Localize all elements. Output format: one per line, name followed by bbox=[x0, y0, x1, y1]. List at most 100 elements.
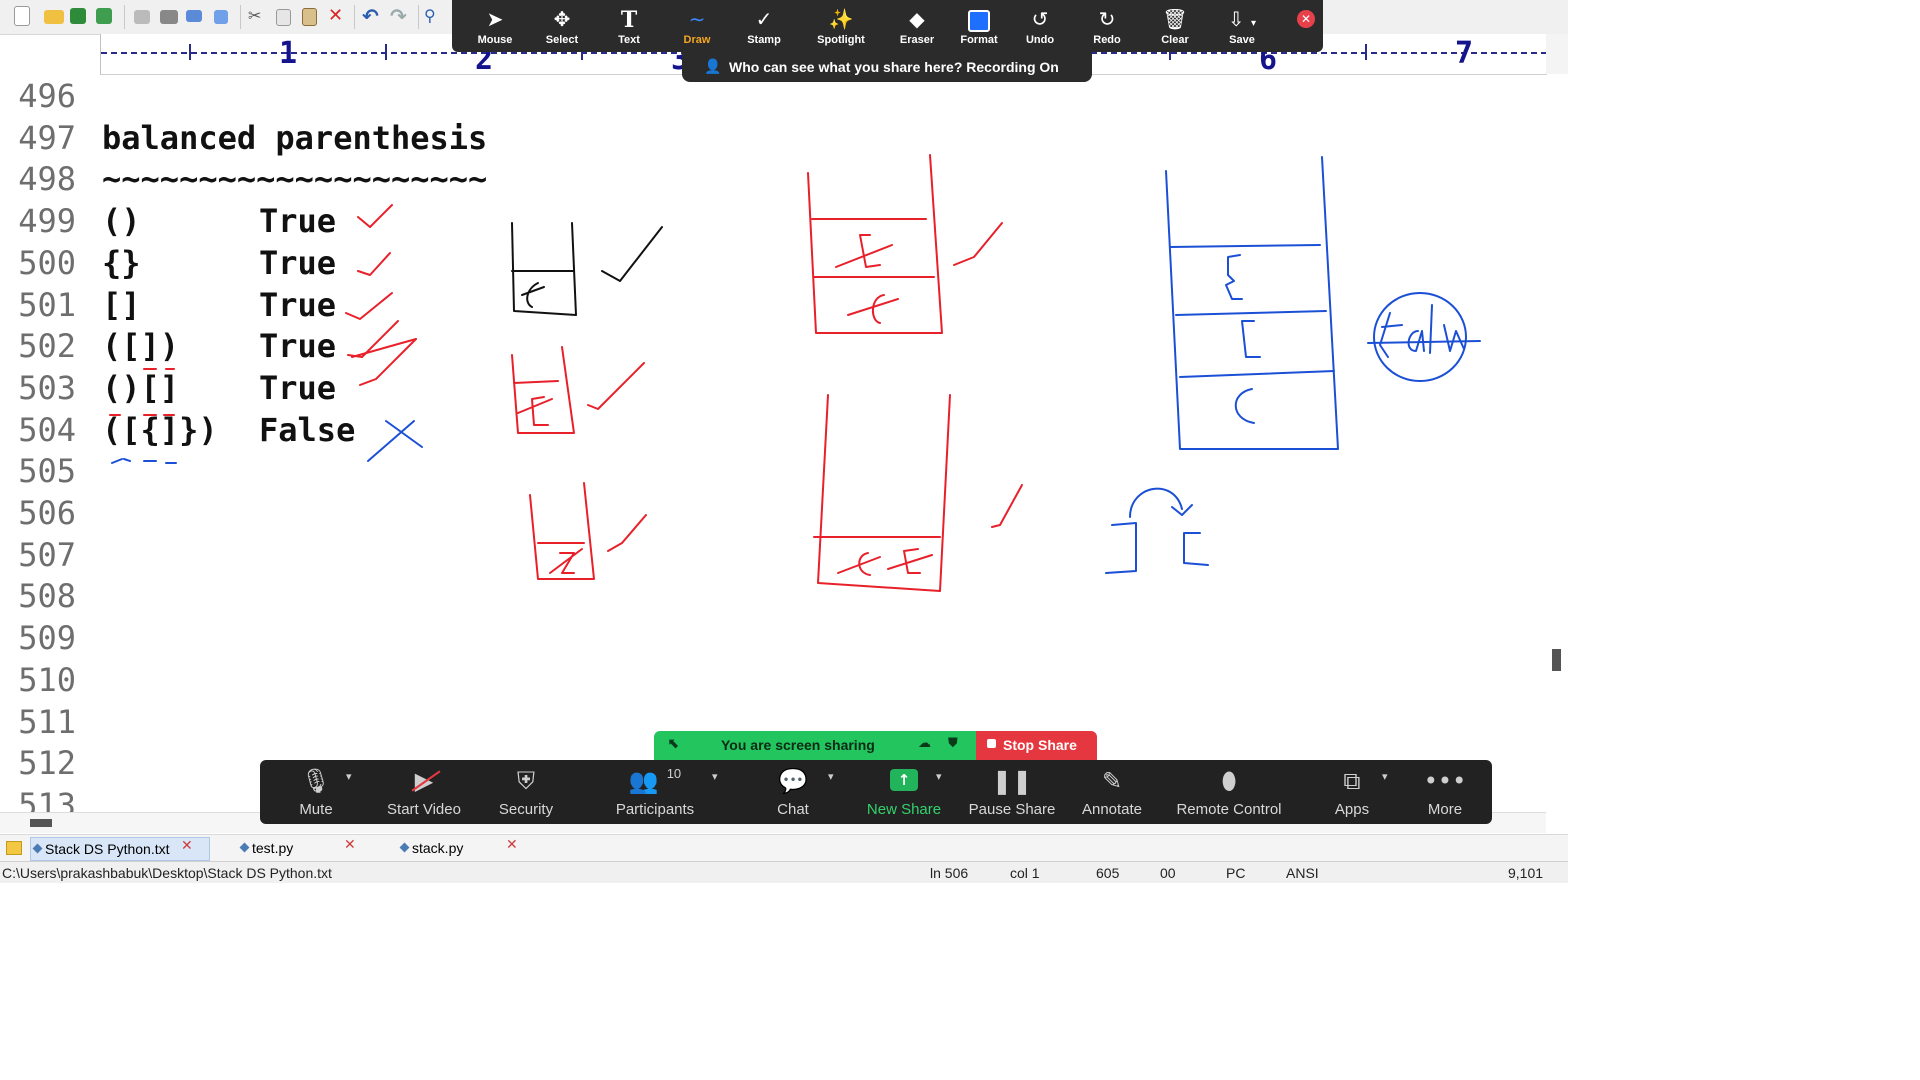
new-share-button[interactable]: ↑ New Share bbox=[860, 760, 948, 824]
close-icon[interactable]: ✕ bbox=[344, 837, 356, 853]
move-icon: ✥ bbox=[553, 7, 571, 31]
file-icon bbox=[239, 842, 250, 853]
tool-undo[interactable]: ↺ Undo bbox=[1010, 0, 1070, 52]
tool-eraser[interactable]: ◆ Eraser bbox=[887, 0, 947, 52]
shield-check-icon: ⛊ bbox=[948, 736, 958, 751]
tool-stamp[interactable]: ✓ Stamp bbox=[734, 0, 794, 52]
file-icon bbox=[399, 842, 410, 853]
spellcheck-icon[interactable] bbox=[186, 10, 202, 22]
chat-button[interactable]: 💬 Chat bbox=[760, 760, 826, 824]
drag-handle-icon[interactable]: ⬉ bbox=[668, 736, 680, 752]
recording-notice[interactable]: 👤 Who can see what you share here? Recor… bbox=[682, 52, 1092, 82]
tab-test-py[interactable]: test.py ✕ bbox=[238, 837, 372, 859]
check-499 bbox=[357, 204, 393, 228]
print-icon[interactable] bbox=[160, 10, 178, 24]
find-icon[interactable]: ⚲ bbox=[424, 6, 444, 26]
chevron-up-icon[interactable]: ▾ bbox=[936, 770, 942, 783]
text-icon: T bbox=[620, 7, 638, 33]
spotlight-icon: ✨ bbox=[828, 7, 854, 31]
editor-area[interactable]: 496 497 balanced parenthesis 498 ~~~~~~~~~~~… bbox=[4, 75, 1546, 812]
more-icon: ••• bbox=[1423, 767, 1467, 795]
trash-icon: 🗑 bbox=[1162, 7, 1188, 31]
tool-draw[interactable]: ∼ Draw bbox=[667, 0, 727, 52]
close-icon[interactable]: ✕ bbox=[181, 838, 193, 854]
delete-icon[interactable]: ✕ bbox=[328, 6, 348, 26]
file-path: C:\Users\prakashbabuk\Desktop\Stack DS P… bbox=[2, 865, 332, 881]
format-icon bbox=[949, 7, 1009, 32]
save-icon: ⇩ ▾ bbox=[1227, 7, 1257, 31]
new-share-icon: ↑ bbox=[890, 769, 918, 791]
undo-icon[interactable]: ↶ bbox=[362, 6, 382, 26]
folder-icon[interactable] bbox=[6, 841, 22, 855]
participants-button[interactable]: 👥 10 Participants bbox=[604, 760, 706, 824]
security-button[interactable]: ⛨ Security bbox=[486, 760, 566, 824]
chevron-up-icon[interactable]: ▾ bbox=[828, 770, 834, 783]
open-folder-icon[interactable] bbox=[44, 10, 64, 24]
more-button[interactable]: ••• More bbox=[1420, 760, 1470, 824]
vertical-scroll-thumb[interactable] bbox=[1552, 649, 1561, 671]
mouse-icon: ⬮ bbox=[1221, 767, 1237, 795]
stack-diagram-4 bbox=[807, 154, 1003, 334]
remote-control-button[interactable]: ⬮ Remote Control bbox=[1172, 760, 1286, 824]
new-file-icon[interactable] bbox=[14, 6, 30, 26]
stack-diagram-5 bbox=[813, 394, 1023, 592]
chevron-up-icon[interactable]: ▾ bbox=[1382, 770, 1388, 783]
redo-icon[interactable]: ↷ bbox=[390, 6, 410, 26]
vertical-scrollbar[interactable] bbox=[1546, 75, 1568, 812]
meeting-controls: 🎙 Mute ▾ ▶ Start Video ⛨ Security 👥10 Pa… bbox=[260, 760, 1492, 824]
close-icon[interactable]: ✕ bbox=[1297, 10, 1315, 28]
stamp-icon: ✓ bbox=[755, 7, 773, 31]
stack-diagram-3 bbox=[529, 482, 647, 580]
print-preview-icon[interactable] bbox=[134, 10, 150, 24]
status-value: 00 bbox=[1160, 865, 1176, 881]
wrap-icon[interactable] bbox=[214, 10, 228, 24]
save-all-icon[interactable] bbox=[96, 8, 112, 24]
ruler-corner bbox=[1546, 34, 1568, 74]
chevron-up-icon[interactable]: ▾ bbox=[712, 770, 718, 783]
pause-share-button[interactable]: ❚❚ Pause Share bbox=[968, 760, 1056, 824]
user-icon: 👤 bbox=[704, 59, 722, 75]
status-selection: 605 bbox=[1096, 865, 1120, 881]
mouse-pointer-icon: ➤ bbox=[486, 7, 504, 31]
tool-mouse[interactable]: ➤ Mouse bbox=[465, 0, 525, 52]
screen-sharing-banner[interactable]: ⬉ You are screen sharing ☁ ⛊ bbox=[654, 731, 976, 760]
paste-icon[interactable] bbox=[302, 8, 317, 26]
apps-icon: ⧉ bbox=[1343, 767, 1361, 795]
stop-icon bbox=[987, 739, 996, 748]
cut-icon[interactable]: ✂ bbox=[248, 6, 268, 26]
close-icon[interactable]: ✕ bbox=[506, 837, 518, 853]
start-video-button[interactable]: ▶ Start Video bbox=[376, 760, 472, 824]
apps-button[interactable]: ⧉ Apps bbox=[1326, 760, 1378, 824]
tool-text[interactable]: T Text bbox=[599, 0, 659, 52]
status-file-size: 9,101 bbox=[1508, 865, 1544, 881]
false-cross bbox=[367, 420, 423, 462]
video-off-icon: ▶ bbox=[376, 766, 472, 796]
stack-diagram-2 bbox=[511, 346, 645, 434]
eraser-icon: ◆ bbox=[909, 7, 925, 31]
status-line: ln 506 bbox=[930, 865, 969, 881]
tool-redo[interactable]: ↻ Redo bbox=[1077, 0, 1137, 52]
tool-format[interactable]: Format bbox=[949, 0, 1009, 52]
false-annotation bbox=[1367, 292, 1481, 382]
tab-stack-py[interactable]: stack.py ✕ bbox=[398, 837, 536, 859]
redo-icon: ↻ bbox=[1098, 7, 1116, 31]
chat-icon: 💬 bbox=[778, 767, 808, 795]
stop-share-button[interactable]: Stop Share bbox=[976, 731, 1097, 760]
red-checkmarks bbox=[345, 204, 417, 386]
chevron-up-icon[interactable]: ▾ bbox=[346, 770, 352, 783]
annotation-toolbar: ➤ Mouse ✥ Select T Text ∼ Draw ✓ Stamp ✨… bbox=[452, 0, 1323, 52]
tool-save[interactable]: ⇩ ▾ Save bbox=[1212, 0, 1272, 52]
tab-stack-ds-python[interactable]: Stack DS Python.txt ✕ bbox=[30, 837, 210, 861]
tool-clear[interactable]: 🗑 Clear bbox=[1145, 0, 1205, 52]
copy-icon[interactable] bbox=[276, 9, 291, 26]
mute-button[interactable]: 🎙 Mute bbox=[278, 760, 354, 824]
save-icon[interactable] bbox=[70, 8, 86, 24]
annotate-button[interactable]: ✎ Annotate bbox=[1076, 760, 1148, 824]
tool-select[interactable]: ✥ Select bbox=[532, 0, 592, 52]
stack-diagram-1 bbox=[511, 222, 663, 316]
status-line-ending: PC bbox=[1226, 865, 1246, 881]
participants-icon: 👥 10 bbox=[628, 766, 682, 795]
cloud-recording-icon: ☁ bbox=[918, 736, 931, 751]
horizontal-scroll-thumb[interactable] bbox=[30, 819, 52, 827]
tool-spotlight[interactable]: ✨ Spotlight bbox=[811, 0, 871, 52]
